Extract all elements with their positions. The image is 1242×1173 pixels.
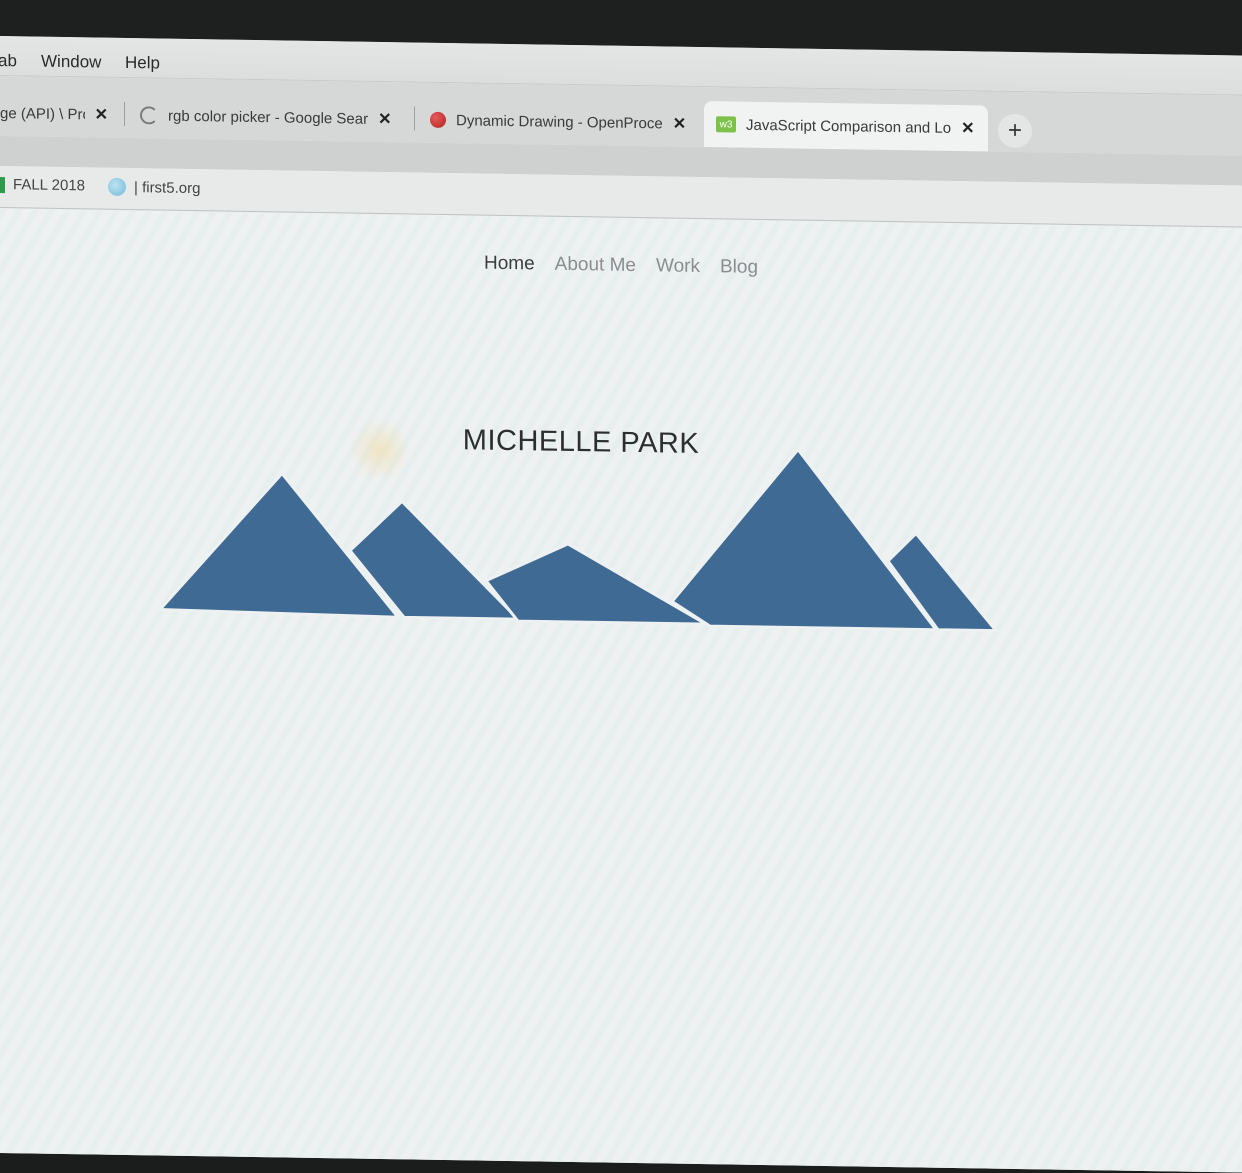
web-page: Home About Me Work Blog MICHELLE PARK (0, 209, 1242, 1173)
tab-separator (124, 101, 125, 126)
nav-about-me[interactable]: About Me (555, 254, 636, 277)
tab-title: Dynamic Drawing - OpenProce (456, 111, 663, 132)
bookmark-first5[interactable]: | first5.org (108, 177, 201, 197)
tab-openprocessing[interactable]: Dynamic Drawing - OpenProce ✕ (418, 97, 700, 147)
close-icon[interactable]: ✕ (961, 118, 974, 138)
close-icon[interactable]: ✕ (673, 114, 686, 134)
close-icon[interactable]: ✕ (378, 109, 391, 129)
tab-separator (414, 106, 415, 131)
tab-processing-reference[interactable]: ge (API) \ Pro ✕ (0, 90, 120, 138)
bookmark-label: | first5.org (134, 178, 201, 197)
globe-icon (108, 177, 126, 196)
tab-title: JavaScript Comparison and Lo (746, 116, 952, 137)
google-icon (140, 106, 158, 125)
tab-google-search[interactable]: rgb color picker - Google Sear ✕ (128, 92, 410, 142)
nav-blog[interactable]: Blog (720, 256, 758, 279)
openprocessing-icon (430, 111, 446, 129)
tab-title: rgb color picker - Google Sear (168, 107, 369, 128)
menu-item-help[interactable]: Help (125, 53, 160, 74)
bookmark-fall-2018[interactable]: FALL 2018 (0, 176, 85, 194)
tab-w3schools[interactable]: w3 JavaScript Comparison and Lo ✕ (704, 101, 988, 152)
bookmark-label: FALL 2018 (13, 176, 86, 195)
close-icon[interactable]: ✕ (95, 104, 108, 124)
menu-item-tab[interactable]: ab (0, 51, 17, 71)
nav-work[interactable]: Work (656, 255, 700, 278)
site-nav: Home About Me Work Blog (0, 245, 1242, 287)
sheets-icon (0, 176, 5, 193)
browser-window: ab Window Help ge (API) \ Pro ✕ rgb colo… (0, 36, 1242, 1173)
mountains-graphic (156, 447, 1000, 633)
nav-home[interactable]: Home (484, 253, 535, 276)
w3schools-icon: w3 (716, 116, 736, 133)
mountain-3 (483, 542, 712, 626)
new-tab-button[interactable]: + (998, 113, 1032, 149)
tab-title: ge (API) \ Pro (0, 104, 85, 123)
menu-item-window[interactable]: Window (41, 52, 101, 73)
mountain-4 (669, 447, 940, 632)
